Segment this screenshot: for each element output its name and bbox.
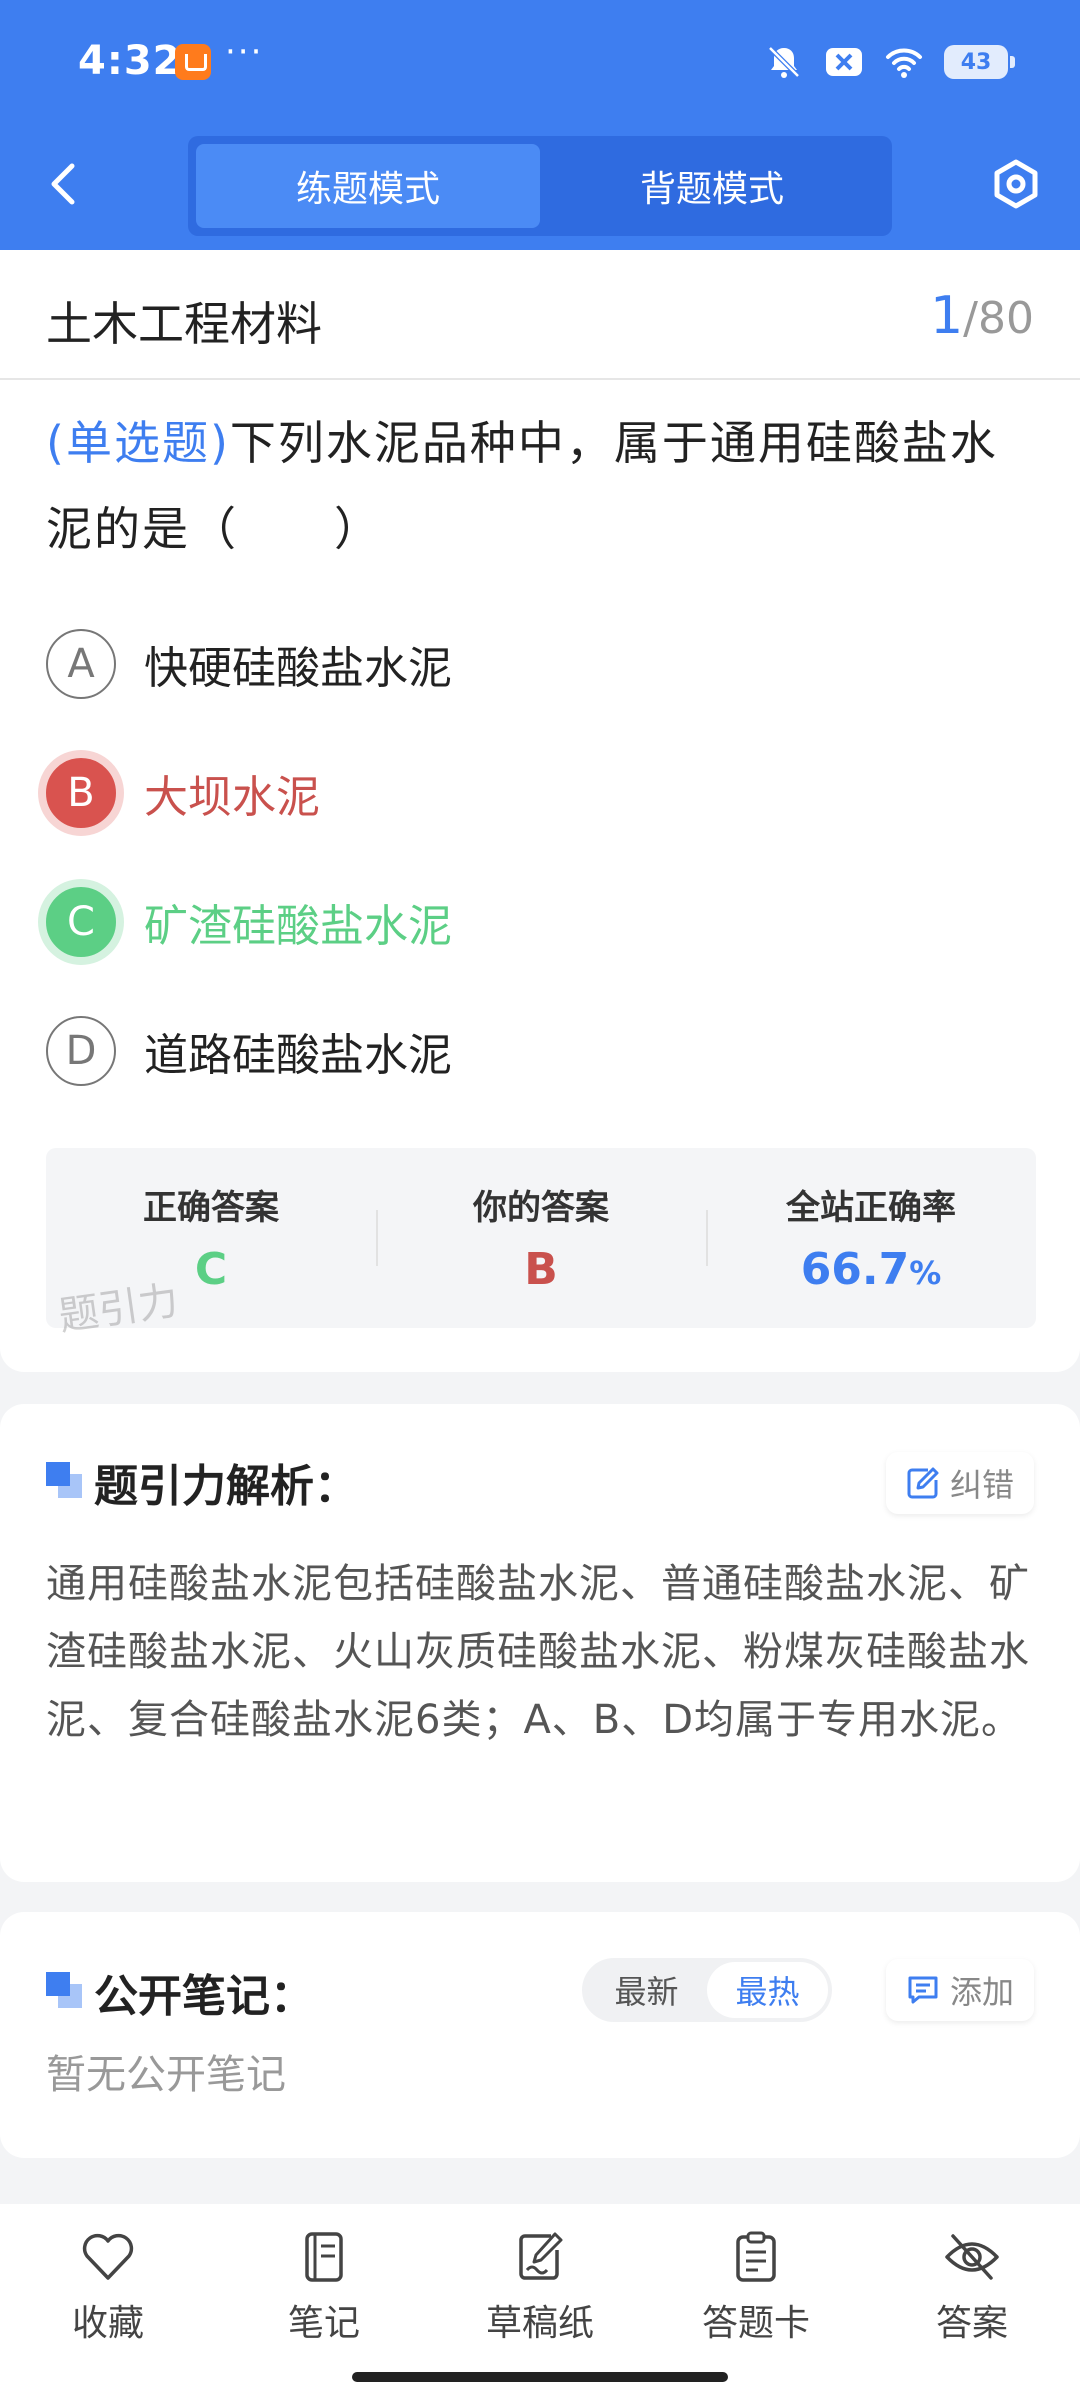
public-notes-card: 公开笔记： 最新 最热 添加 暂无公开笔记 [0, 1912, 1080, 2158]
option-text: 大坝水泥 [144, 772, 320, 823]
option-d[interactable]: D 道路硅酸盐水泥 [46, 1013, 452, 1089]
heart-icon [82, 2233, 134, 2280]
answer-summary: 正确答案 C 题引力 你的答案 B 全站正确率 66.7% [46, 1148, 1036, 1340]
mode-switch: 练题模式 背题模式 [188, 136, 892, 236]
your-answer-col: 你的答案 B [376, 1148, 706, 1328]
option-b[interactable]: B 大坝水泥 [46, 755, 320, 831]
section-square-icon [46, 1462, 84, 1498]
home-indicator[interactable] [352, 2372, 728, 2382]
sort-hottest[interactable]: 最热 [707, 1962, 828, 2018]
edit-icon [907, 1467, 939, 1499]
accuracy-rate-number: 66.7 [800, 1244, 910, 1295]
clipboard-icon [736, 2231, 776, 2282]
correct-answer-label: 正确答案 [143, 1188, 279, 1228]
section-square-icon [46, 1972, 84, 2008]
add-note-label: 添加 [949, 1973, 1014, 2011]
notebook-icon [305, 2232, 343, 2282]
question-counter: 1/80 [930, 286, 1034, 346]
nav-answer[interactable]: 答案 [864, 2204, 1080, 2400]
add-note-button[interactable]: 添加 [885, 1959, 1034, 2021]
nav-answer-sheet[interactable]: 答题卡 [648, 2204, 864, 2400]
bottom-nav: 收藏 笔记 草稿纸 答题卡 答案 [0, 2204, 1080, 2400]
eye-off-icon [945, 2234, 999, 2280]
sort-latest[interactable]: 最新 [586, 1962, 707, 2018]
counter-separator: / [963, 293, 978, 344]
question-text: (单选题)下列水泥品种中，属于通用硅酸盐水泥的是（ ） [46, 400, 1036, 572]
nav-label: 答题卡 [701, 2303, 810, 2344]
current-question-number: 1 [930, 286, 964, 346]
settings-hexagon-icon[interactable] [990, 158, 1042, 210]
notes-title: 公开笔记： [94, 1971, 314, 2022]
option-letter: A [46, 629, 116, 699]
nav-draft[interactable]: 草稿纸 [432, 2204, 648, 2400]
option-a[interactable]: A 快硬硅酸盐水泥 [46, 626, 452, 702]
accuracy-rate-unit: % [909, 1254, 942, 1292]
correct-answer-col: 正确答案 C 题引力 [46, 1148, 376, 1340]
your-answer-value: B [524, 1244, 558, 1295]
draft-icon [519, 2232, 563, 2280]
back-arrow-icon[interactable] [44, 160, 84, 208]
nav-label: 笔记 [287, 2303, 360, 2344]
status-icons: 43 [764, 42, 1015, 82]
subject-row: 土木工程材料 1/80 [0, 250, 1080, 380]
nav-label: 答案 [935, 2303, 1008, 2344]
question-type: (单选题) [46, 416, 230, 470]
battery-indicator: 43 [944, 45, 1015, 79]
question-card: 土木工程材料 1/80 (单选题)下列水泥品种中，属于通用硅酸盐水泥的是（ ） … [0, 250, 1080, 1372]
mute-bell-icon [768, 46, 800, 78]
nav-label: 收藏 [71, 2303, 144, 2344]
app-header: 4:32 ··· 43 练题模式 背题模式 [0, 0, 1080, 250]
comment-icon [908, 1976, 938, 2004]
notes-sort-switch: 最新 最热 [582, 1958, 832, 2022]
accuracy-rate-col: 全站正确率 66.7% [706, 1148, 1036, 1328]
option-text: 矿渣硅酸盐水泥 [144, 901, 452, 952]
option-text: 快硬硅酸盐水泥 [144, 643, 452, 694]
accuracy-rate-label: 全站正确率 [786, 1188, 956, 1228]
option-letter: D [46, 1016, 116, 1086]
mi-store-icon [175, 44, 211, 80]
status-bar: 4:32 ··· 43 [0, 0, 1080, 125]
more-notifications-icon: ··· [225, 32, 264, 72]
nav-label: 草稿纸 [485, 2303, 594, 2344]
accuracy-rate-value: 66.7% [706, 1244, 1036, 1295]
status-time: 4:32 [78, 38, 182, 84]
nav-notes[interactable]: 笔记 [216, 2204, 432, 2400]
empty-notes-text: 暂无公开笔记 [46, 2052, 286, 2098]
wifi-icon [886, 48, 922, 78]
analysis-text: 通用硅酸盐水泥包括硅酸盐水泥、普通硅酸盐水泥、矿渣硅酸盐水泥、火山灰质硅酸盐水泥… [46, 1561, 1030, 1743]
option-letter: B [46, 758, 116, 828]
report-error-label: 纠错 [949, 1466, 1014, 1504]
analysis-title: 题引力解析： [94, 1461, 358, 1512]
option-letter: C [46, 887, 116, 957]
subject-title: 土木工程材料 [46, 297, 322, 351]
analysis-card: 题引力解析： 纠错 通用硅酸盐水泥包括硅酸盐水泥、普通硅酸盐水泥、矿渣硅酸盐水泥… [0, 1404, 1080, 1882]
report-error-button[interactable]: 纠错 [885, 1452, 1034, 1514]
tab-memorize-mode[interactable]: 背题模式 [540, 144, 884, 228]
total-questions: 80 [978, 293, 1034, 344]
option-c[interactable]: C 矿渣硅酸盐水泥 [46, 884, 452, 960]
your-answer-label: 你的答案 [473, 1188, 609, 1228]
close-box-icon [826, 48, 862, 76]
tab-practice-mode[interactable]: 练题模式 [196, 144, 540, 228]
nav-favorite[interactable]: 收藏 [0, 2204, 216, 2400]
option-text: 道路硅酸盐水泥 [144, 1030, 452, 1081]
